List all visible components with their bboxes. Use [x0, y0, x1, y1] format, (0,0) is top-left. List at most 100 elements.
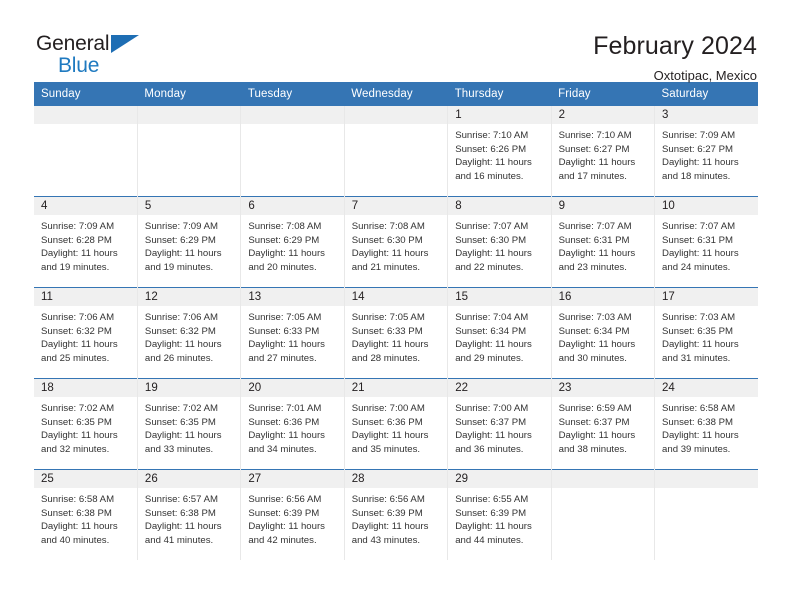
- calendar-day-cell[interactable]: 9 Sunrise: 7:07 AM Sunset: 6:31 PM Daylight…: [551, 196, 656, 288]
- day-detail-line: Daylight: 11 hours: [144, 339, 222, 351]
- calendar-day-cell[interactable]: 5 Sunrise: 7:09 AM Sunset: 6:29 PM Daylight…: [137, 196, 242, 288]
- calendar-day-cell[interactable]: 25 Sunrise: 6:58 AM Sunset: 6:38 PM Dayligh…: [34, 469, 138, 560]
- day-details: Sunrise: 7:04 AM Sunset: 6:34 PM Daylight:…: [448, 306, 550, 378]
- calendar-day-cell[interactable]: 1 Sunrise: 7:10 AM Sunset: 6:26 PM Daylight…: [447, 106, 552, 197]
- day-detail-line: Sunrise: 7:06 AM: [41, 312, 115, 323]
- day-detail-line: Daylight: 11 hours: [455, 248, 532, 260]
- title-block: February 2024 Oxtotipac, Mexico: [593, 32, 758, 85]
- calendar-day-cell[interactable]: 2 Sunrise: 7:10 AM Sunset: 6:27 PM Daylight…: [551, 106, 656, 197]
- brand-name-blue: Blue: [58, 54, 100, 77]
- day-detail-line: Daylight: 11 hours: [41, 339, 118, 351]
- day-detail-line: and 17 minutes.: [558, 170, 627, 182]
- day-detail-line: Daylight: 11 hours: [144, 248, 222, 260]
- day-details: [655, 488, 758, 560]
- calendar-day-cell[interactable]: 14 Sunrise: 7:05 AM Sunset: 6:33 PM Dayligh…: [344, 287, 449, 379]
- day-detail-line: Sunrise: 7:05 AM: [351, 312, 425, 323]
- calendar-empty-cell: [240, 106, 345, 197]
- day-detail-line: Sunrise: 7:04 AM: [455, 312, 529, 323]
- day-detail-line: Sunrise: 7:00 AM: [351, 403, 425, 414]
- weekday-header-wednesday: Wednesday: [344, 82, 448, 106]
- day-detail-line: Sunrise: 7:06 AM: [144, 312, 218, 323]
- day-detail-line: Sunset: 6:37 PM: [455, 416, 527, 428]
- day-details: Sunrise: 7:05 AM Sunset: 6:33 PM Daylight:…: [241, 306, 343, 378]
- day-number: 3: [655, 106, 758, 124]
- day-detail-line: Sunrise: 7:07 AM: [455, 221, 529, 232]
- day-detail-line: and 43 minutes.: [351, 534, 421, 546]
- day-detail-line: Sunset: 6:35 PM: [41, 416, 112, 428]
- calendar-empty-cell: [137, 106, 242, 197]
- day-details: Sunrise: 6:58 AM Sunset: 6:38 PM Daylight:…: [655, 397, 758, 469]
- day-number: 1: [448, 106, 551, 124]
- calendar-day-cell[interactable]: 20 Sunrise: 7:01 AM Sunset: 6:36 PM Dayligh…: [240, 378, 345, 470]
- day-detail-line: Daylight: 11 hours: [662, 430, 739, 442]
- calendar-day-cell[interactable]: 28 Sunrise: 6:56 AM Sunset: 6:39 PM Dayligh…: [344, 469, 449, 560]
- calendar-day-cell[interactable]: 11 Sunrise: 7:06 AM Sunset: 6:32 PM Dayligh…: [34, 287, 138, 379]
- day-details: [345, 124, 447, 196]
- day-number: 26: [137, 470, 241, 488]
- day-details: [552, 488, 654, 560]
- day-number: 28: [344, 470, 448, 488]
- calendar-day-cell[interactable]: 3 Sunrise: 7:09 AM Sunset: 6:27 PM Daylight…: [655, 106, 758, 197]
- calendar-day-cell[interactable]: 19 Sunrise: 7:02 AM Sunset: 6:35 PM Dayligh…: [137, 378, 242, 470]
- day-detail-line: Daylight: 11 hours: [662, 248, 739, 260]
- brand-logo[interactable]: General Blue: [34, 32, 154, 76]
- day-number: 14: [344, 288, 448, 306]
- day-number: 16: [551, 288, 655, 306]
- calendar-day-cell[interactable]: 13 Sunrise: 7:05 AM Sunset: 6:33 PM Dayligh…: [240, 287, 345, 379]
- calendar-day-cell[interactable]: 7 Sunrise: 7:08 AM Sunset: 6:30 PM Daylight…: [344, 196, 449, 288]
- day-detail-line: Sunrise: 6:59 AM: [558, 403, 632, 414]
- day-number: 19: [137, 379, 241, 397]
- day-detail-line: Sunset: 6:30 PM: [455, 234, 527, 246]
- calendar-day-cell[interactable]: 6 Sunrise: 7:08 AM Sunset: 6:29 PM Daylight…: [240, 196, 345, 288]
- calendar-day-cell[interactable]: 18 Sunrise: 7:02 AM Sunset: 6:35 PM Dayligh…: [34, 378, 138, 470]
- day-detail-line: and 18 minutes.: [662, 170, 731, 182]
- day-number: 13: [241, 288, 344, 306]
- day-detail-line: and 26 minutes.: [144, 352, 214, 364]
- day-detail-line: and 16 minutes.: [455, 170, 524, 182]
- day-detail-line: and 34 minutes.: [248, 443, 317, 455]
- calendar-day-cell[interactable]: 26 Sunrise: 6:57 AM Sunset: 6:38 PM Dayligh…: [137, 469, 242, 560]
- day-detail-line: and 44 minutes.: [455, 534, 524, 546]
- calendar-week-row: 4 Sunrise: 7:09 AM Sunset: 6:28 PM Daylight…: [34, 196, 758, 288]
- calendar-day-cell[interactable]: 29 Sunrise: 6:55 AM Sunset: 6:39 PM Dayligh…: [447, 469, 552, 560]
- day-detail-line: and 39 minutes.: [662, 443, 731, 455]
- day-detail-line: and 19 minutes.: [144, 261, 214, 273]
- day-detail-line: Sunrise: 7:02 AM: [41, 403, 115, 414]
- calendar-day-cell[interactable]: 15 Sunrise: 7:04 AM Sunset: 6:34 PM Dayligh…: [447, 287, 552, 379]
- day-detail-line: and 33 minutes.: [144, 443, 214, 455]
- day-detail-line: Sunset: 6:39 PM: [351, 507, 423, 519]
- day-detail-line: and 41 minutes.: [144, 534, 214, 546]
- calendar-day-cell[interactable]: 16 Sunrise: 7:03 AM Sunset: 6:34 PM Dayligh…: [551, 287, 656, 379]
- calendar-day-cell[interactable]: 21 Sunrise: 7:00 AM Sunset: 6:36 PM Dayligh…: [344, 378, 449, 470]
- day-number: [241, 106, 344, 124]
- calendar-day-cell[interactable]: 23 Sunrise: 6:59 AM Sunset: 6:37 PM Dayligh…: [551, 378, 656, 470]
- day-detail-line: Daylight: 11 hours: [558, 248, 636, 260]
- weekday-header-monday: Monday: [137, 82, 241, 106]
- page-title: February 2024: [593, 32, 757, 60]
- day-details: [34, 124, 137, 196]
- day-detail-line: Daylight: 11 hours: [455, 430, 532, 442]
- day-details: [138, 124, 240, 196]
- calendar-day-cell[interactable]: 10 Sunrise: 7:07 AM Sunset: 6:31 PM Dayligh…: [654, 196, 758, 288]
- calendar-day-cell[interactable]: 22 Sunrise: 7:00 AM Sunset: 6:37 PM Dayligh…: [447, 378, 552, 470]
- day-detail-line: Sunset: 6:30 PM: [351, 234, 423, 246]
- day-detail-line: Sunset: 6:26 PM: [455, 143, 527, 155]
- day-number: [137, 106, 241, 124]
- day-number: 27: [241, 470, 344, 488]
- day-detail-line: and 27 minutes.: [248, 352, 317, 364]
- day-details: Sunrise: 7:07 AM Sunset: 6:31 PM Daylight:…: [552, 215, 654, 287]
- calendar-day-cell[interactable]: 12 Sunrise: 7:06 AM Sunset: 6:32 PM Dayligh…: [137, 287, 242, 379]
- day-detail-line: Sunrise: 7:05 AM: [248, 312, 322, 323]
- calendar-day-cell[interactable]: 4 Sunrise: 7:09 AM Sunset: 6:28 PM Daylight…: [34, 196, 138, 288]
- day-details: Sunrise: 7:03 AM Sunset: 6:35 PM Daylight:…: [655, 306, 758, 378]
- calendar-day-cell[interactable]: 24 Sunrise: 6:58 AM Sunset: 6:38 PM Dayligh…: [654, 378, 758, 470]
- day-number: [655, 470, 758, 488]
- day-detail-line: and 38 minutes.: [558, 443, 627, 455]
- calendar-day-cell[interactable]: 8 Sunrise: 7:07 AM Sunset: 6:30 PM Daylight…: [447, 196, 552, 288]
- calendar-day-cell[interactable]: 27 Sunrise: 6:56 AM Sunset: 6:39 PM Dayligh…: [240, 469, 345, 560]
- day-details: Sunrise: 7:03 AM Sunset: 6:34 PM Daylight:…: [552, 306, 654, 378]
- day-detail-line: Sunset: 6:32 PM: [41, 325, 112, 337]
- calendar-day-cell[interactable]: 17 Sunrise: 7:03 AM Sunset: 6:35 PM Dayligh…: [654, 287, 758, 379]
- weekday-header-thursday: Thursday: [447, 82, 552, 106]
- day-number: 4: [34, 197, 137, 215]
